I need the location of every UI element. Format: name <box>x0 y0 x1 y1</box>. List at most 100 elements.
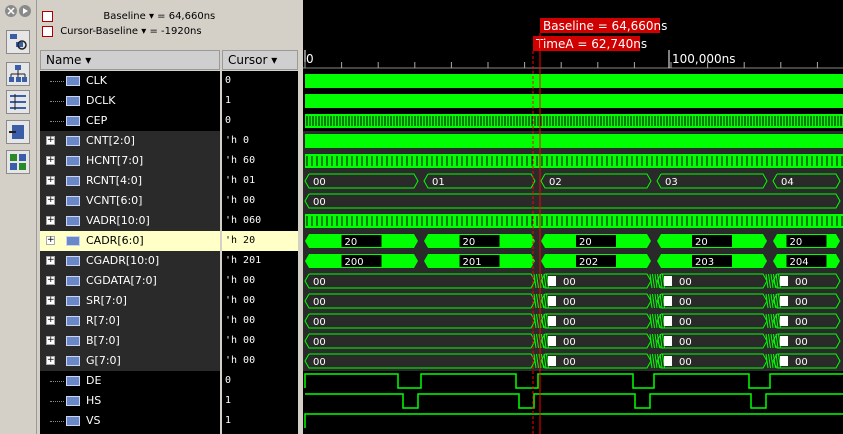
signal-name: G[7:0] <box>86 354 121 367</box>
signal-name: RCNT[4:0] <box>86 174 143 187</box>
baseline-row[interactable]: Baseline ▾ = 64,660ns <box>42 10 215 24</box>
signal-cursor-value: 0 <box>222 71 298 91</box>
expand-icon[interactable]: + <box>46 356 55 365</box>
group-icon[interactable] <box>6 150 30 174</box>
signal-name: HCNT[7:0] <box>86 154 144 167</box>
signal-row[interactable]: + SR[7:0] <box>40 291 220 311</box>
hierarchy-icon[interactable] <box>6 62 30 86</box>
bus-signal-icon <box>66 216 80 226</box>
signal-row[interactable]: + G[7:0] <box>40 351 220 371</box>
bus-value-label: 00 <box>313 317 326 328</box>
clock-wave <box>305 74 843 88</box>
bus-value-label: 20 <box>463 237 476 248</box>
tree-connector <box>50 421 64 422</box>
signal-row[interactable]: + VCNT[6:0] <box>40 191 220 211</box>
signal-name: SR[7:0] <box>86 294 127 307</box>
cursor-baseline-row[interactable]: Cursor-Baseline ▾ = -1920ns <box>42 25 202 39</box>
bus-cursor-box <box>780 356 788 366</box>
bus-value-label: 00 <box>563 317 576 328</box>
expand-icon[interactable]: + <box>46 276 55 285</box>
signal-cursor-value: 'h 20 <box>222 231 298 251</box>
bus-value-label: 00 <box>795 337 808 348</box>
signal-cursor-value: 'h 00 <box>222 351 298 371</box>
bus-value-label: 00 <box>679 297 692 308</box>
signal-row[interactable]: CEP <box>40 111 220 131</box>
bus-signal-icon <box>66 276 80 286</box>
signal-name: HS <box>86 394 102 407</box>
expand-icon[interactable]: + <box>46 196 55 205</box>
expand-icon[interactable]: + <box>46 216 55 225</box>
expand-icon[interactable]: + <box>46 136 55 145</box>
bus-value-label: 00 <box>679 277 692 288</box>
signal-list-icon[interactable] <box>6 90 30 114</box>
bus-cursor-box <box>664 316 672 326</box>
expand-icon[interactable]: + <box>46 296 55 305</box>
signal-icon <box>66 76 80 86</box>
pin-icon[interactable] <box>19 5 31 17</box>
bus-cursor-box <box>780 296 788 306</box>
signal-cursor-value: 1 <box>222 391 298 411</box>
signal-row[interactable]: + CNT[2:0] <box>40 131 220 151</box>
bus-value-label: 01 <box>432 177 445 188</box>
signal-row[interactable]: DE <box>40 371 220 391</box>
signal-row[interactable]: CLK <box>40 71 220 91</box>
signal-cursor-value: 'h 00 <box>222 271 298 291</box>
signal-row[interactable]: HS <box>40 391 220 411</box>
signal-cursor-value: 'h 00 <box>222 291 298 311</box>
cursor-column-header[interactable]: Cursor ▾ <box>222 50 298 70</box>
signal-cursor-value: 0 <box>222 371 298 391</box>
timea-marker-label: TimeA = 62,740ns <box>535 37 647 51</box>
signal-name: CEP <box>86 114 108 127</box>
expand-icon[interactable]: + <box>46 156 55 165</box>
signal-cursor-value: 'h 00 <box>222 331 298 351</box>
expand-icon[interactable]: + <box>46 336 55 345</box>
signal-name: VCNT[6:0] <box>86 194 143 207</box>
signal-row[interactable]: DCLK <box>40 91 220 111</box>
bus-value-label: 00 <box>563 297 576 308</box>
signal-row[interactable]: VS <box>40 411 220 431</box>
bus-cursor-box <box>548 316 556 326</box>
clock-wave <box>305 134 843 148</box>
baseline-readout: Baseline ▾ = 64,660ns <box>103 11 216 22</box>
bus-value-label: 00 <box>679 337 692 348</box>
bus-value-label: 00 <box>313 337 326 348</box>
signal-name: CLK <box>86 74 108 87</box>
insert-icon[interactable] <box>6 120 30 144</box>
bus-value-label: 00 <box>313 297 326 308</box>
bus-value-label: 20 <box>579 237 592 248</box>
name-column-header[interactable]: Name ▾ <box>40 50 220 70</box>
expand-icon[interactable]: + <box>46 316 55 325</box>
signal-row[interactable]: + CGDATA[7:0] <box>40 271 220 291</box>
signal-name: DCLK <box>86 94 116 107</box>
signal-row[interactable]: + R[7:0] <box>40 311 220 331</box>
signal-row[interactable]: + VADR[10:0] <box>40 211 220 231</box>
bus-value-label: 00 <box>679 317 692 328</box>
hierarchy-search-icon[interactable] <box>6 30 30 54</box>
tree-connector <box>50 121 64 122</box>
expand-icon[interactable]: + <box>46 176 55 185</box>
cursor-baseline-readout: Cursor-Baseline ▾ = -1920ns <box>60 26 202 37</box>
expand-icon[interactable]: + <box>46 236 55 245</box>
close-icon[interactable] <box>5 5 17 17</box>
bus-value-label: 00 <box>795 357 808 368</box>
bus-cursor-box <box>780 336 788 346</box>
bus-value-label: 00 <box>795 277 808 288</box>
bus-signal-icon <box>66 296 80 306</box>
tree-connector <box>50 401 64 402</box>
signal-name: CADR[6:0] <box>86 234 144 247</box>
bus-value-label: 00 <box>795 297 808 308</box>
signal-row[interactable]: + CGADR[10:0] <box>40 251 220 271</box>
signal-row[interactable]: + CADR[6:0] <box>40 231 220 251</box>
expand-icon[interactable]: + <box>46 256 55 265</box>
bus-value-label: 02 <box>549 177 562 188</box>
bus-value-label: 03 <box>665 177 678 188</box>
bus-value-label: 00 <box>679 357 692 368</box>
signal-row[interactable]: + HCNT[7:0] <box>40 151 220 171</box>
bus-value-label: 201 <box>463 257 482 268</box>
waveform-canvas[interactable]: 0 100,000ns Baseline = 64,660ns TimeA = 62,… <box>303 0 843 434</box>
signal-row[interactable]: + RCNT[4:0] <box>40 171 220 191</box>
signal-row[interactable]: + B[7:0] <box>40 331 220 351</box>
tree-connector <box>50 381 64 382</box>
signal-name-list: CLK DCLK CEP + CNT[2:0] + HCNT[7:0] + RCNT[4:0] +… <box>40 71 220 434</box>
waveform-pane[interactable]: 0 100,000ns Baseline = 64,660ns TimeA = 62,… <box>303 0 843 434</box>
